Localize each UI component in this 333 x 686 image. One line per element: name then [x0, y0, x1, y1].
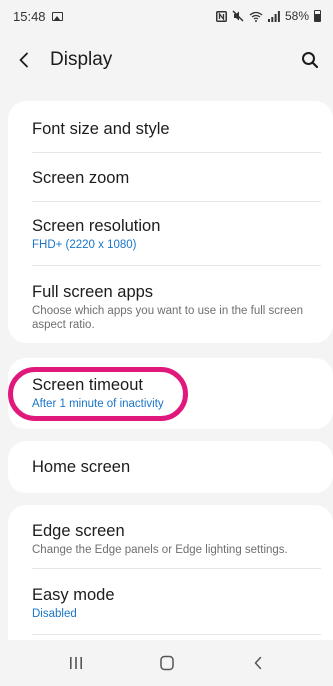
item-subtitle: Choose which apps you want to use in the…: [32, 305, 304, 331]
status-left: 15:48: [13, 9, 63, 24]
divider: [32, 265, 321, 266]
home-screen-item[interactable]: Home screen: [32, 457, 321, 477]
settings-card-display: Font size and style Screen zoom Screen r…: [8, 101, 333, 343]
divider: [32, 201, 321, 202]
back-icon: [254, 656, 261, 670]
screen-zoom-item[interactable]: Screen zoom: [32, 168, 321, 188]
item-title: Home screen: [32, 458, 131, 476]
back-button[interactable]: [18, 40, 48, 80]
divider: [32, 568, 321, 569]
item-title: Font size and style: [32, 120, 170, 138]
recent-apps-button[interactable]: [51, 643, 101, 683]
item-title: Easy mode: [32, 586, 115, 604]
settings-card-timeout: Screen timeout After 1 minute of inactiv…: [8, 358, 333, 429]
header: Display: [0, 38, 333, 82]
font-size-and-style-item[interactable]: Font size and style: [32, 119, 321, 139]
navigation-bar: [0, 640, 333, 686]
signal-icon: [267, 10, 280, 22]
screen-timeout-item[interactable]: Screen timeout After 1 minute of inactiv…: [32, 375, 321, 411]
status-right: 58%: [215, 9, 321, 23]
item-title: Screen resolution: [32, 217, 161, 235]
item-subtitle: Change the Edge panels or Edge lighting …: [32, 544, 288, 556]
status-time: 15:48: [13, 8, 46, 24]
search-button[interactable]: [289, 40, 319, 80]
wifi-icon: [249, 11, 263, 22]
search-icon: [302, 52, 319, 69]
status-bar: 15:48 58%: [0, 0, 333, 32]
screen-resolution-item[interactable]: Screen resolution FHD+ (2220 x 1080): [32, 216, 321, 252]
battery-icon: [314, 10, 321, 22]
full-screen-apps-item[interactable]: Full screen apps Choose which apps you w…: [32, 282, 321, 332]
gallery-icon: [51, 11, 63, 21]
edge-screen-item[interactable]: Edge screen Change the Edge panels or Ed…: [32, 521, 321, 557]
settings-card-home: Home screen: [8, 441, 333, 493]
settings-card-edge: Edge screen Change the Edge panels or Ed…: [8, 505, 333, 640]
item-subtitle: Disabled: [32, 608, 77, 620]
item-subtitle: After 1 minute of inactivity: [32, 398, 164, 410]
item-subtitle: FHD+ (2220 x 1080): [32, 239, 137, 251]
item-title: Full screen apps: [32, 283, 154, 301]
item-title: Screen zoom: [32, 169, 130, 187]
battery-percent: 58%: [284, 9, 309, 23]
nfc-icon: [215, 10, 227, 22]
page-title: Display: [50, 49, 113, 70]
item-title: Edge screen: [32, 522, 125, 540]
home-icon: [159, 655, 174, 671]
mute-icon: [232, 10, 244, 22]
home-button[interactable]: [142, 643, 192, 683]
divider: [32, 634, 321, 635]
item-title: Screen timeout: [32, 376, 143, 394]
recent-apps-icon: [69, 657, 82, 669]
chevron-left-icon: [19, 52, 28, 68]
back-nav-button[interactable]: [233, 643, 283, 683]
divider: [32, 152, 321, 153]
easy-mode-item[interactable]: Easy mode Disabled: [32, 585, 321, 621]
